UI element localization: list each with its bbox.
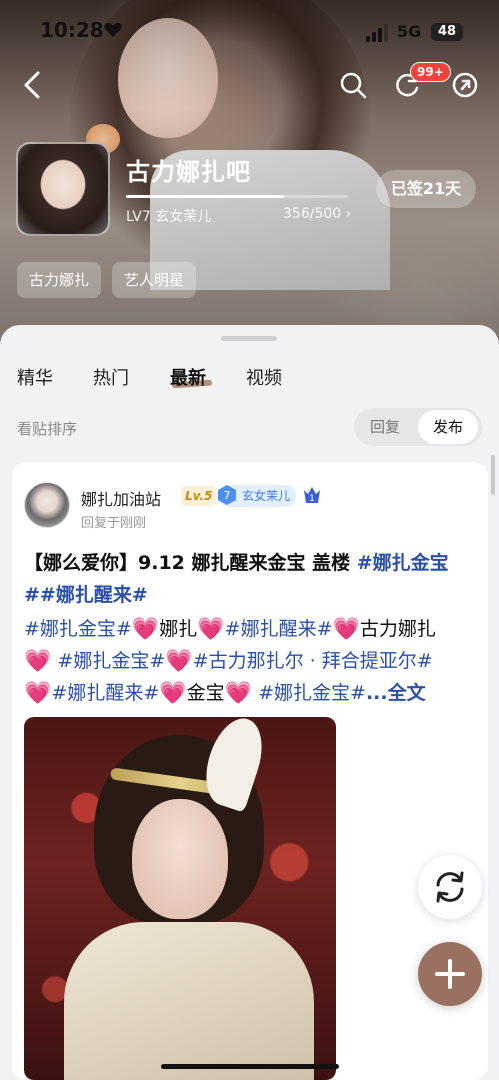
pink-heart-icon: 💗 [332, 617, 360, 642]
signal-icon [366, 24, 390, 42]
image-dress [64, 922, 314, 1080]
battery-indicator: 48 [431, 23, 463, 41]
fan-level-gem-icon: 7 [218, 485, 236, 505]
search-icon[interactable] [338, 70, 368, 100]
fan-level-number: 7 [224, 489, 231, 502]
signed-days-button[interactable]: 已签21天 [376, 170, 476, 208]
topic-link[interactable]: #娜扎金宝 [357, 552, 449, 574]
status-time: 10:28 [40, 18, 104, 42]
pink-heart-icon: 💗 [197, 617, 225, 642]
refresh-fab-button[interactable] [418, 855, 482, 919]
pink-heart-icon: 💗 [24, 649, 52, 674]
pink-heart-icon: 💗 [224, 681, 253, 706]
expand-full-text-link[interactable]: ...全文 [366, 682, 426, 704]
level-progress-fill [126, 195, 285, 198]
tab-featured[interactable]: 精华 [17, 364, 53, 390]
user-level-badge: Lv.5 [181, 486, 217, 506]
level-progress-value: 356/500 [283, 206, 342, 222]
author-avatar[interactable] [24, 482, 70, 528]
tab-latest[interactable]: 最新 [170, 364, 206, 390]
sort-by-publish[interactable]: 发布 [418, 410, 478, 444]
chevron-right-icon: › [345, 206, 352, 222]
post-body-line[interactable]: 💗#娜扎醒来#💗金宝💗 #娜扎金宝#...全文 [24, 678, 426, 706]
topic-link[interactable]: #娜扎金宝# [51, 650, 165, 672]
topic-link[interactable]: #娜扎醒来# [225, 618, 333, 640]
back-icon[interactable] [20, 70, 46, 100]
topic-link[interactable]: #古力那扎尔 · 拜合提亚尔# [193, 650, 433, 672]
rank-crown-icon: 1 [304, 487, 320, 504]
sheet-handle[interactable] [221, 336, 277, 341]
level-progress-bar [126, 195, 348, 198]
topic-link[interactable]: #娜扎醒来# [51, 682, 159, 704]
rank-number: 1 [309, 494, 315, 504]
pink-heart-icon: 💗 [165, 649, 193, 674]
home-indicator[interactable] [161, 1064, 339, 1069]
sort-toggle: 回复 发布 [354, 408, 482, 446]
post-title: 【娜么爱你】9.12 娜扎醒来金宝 盖楼 [24, 552, 357, 574]
post-title-line[interactable]: 【娜么爱你】9.12 娜扎醒来金宝 盖楼 #娜扎金宝 [24, 548, 449, 575]
tab-video[interactable]: 视频 [246, 364, 282, 390]
author-name[interactable]: 娜扎加油站 [81, 486, 161, 510]
sort-by-reply[interactable]: 回复 [354, 408, 416, 446]
forum-level: LV7 玄女茉儿 [126, 209, 212, 225]
forum-avatar[interactable] [16, 142, 110, 236]
topic-link[interactable]: #娜扎金宝# [24, 618, 132, 640]
forum-tag[interactable]: 古力娜扎 [17, 262, 102, 298]
pink-heart-icon: 💗 [159, 681, 187, 706]
topic-link[interactable]: #娜扎金宝# [252, 682, 366, 704]
reply-time: 回复于刚刚 [81, 516, 147, 531]
post-title-line-2[interactable]: ##娜扎醒来# [24, 580, 148, 607]
post-text: 古力娜扎 [359, 618, 436, 640]
post-text: 娜扎 [159, 618, 198, 640]
post-body-line[interactable]: 💗 #娜扎金宝#💗#古力那扎尔 · 拜合提亚尔# [24, 646, 433, 674]
add-fab-icon [435, 959, 465, 989]
new-post-fab-button[interactable] [418, 942, 482, 1006]
topic-link[interactable]: ##娜扎醒来# [24, 584, 148, 606]
pink-heart-icon: 💗 [131, 617, 160, 642]
post-image[interactable] [24, 717, 336, 1080]
tab-hot[interactable]: 热门 [93, 364, 129, 390]
sort-label: 看贴排序 [17, 420, 78, 438]
post-body-line[interactable]: #娜扎金宝#💗娜扎💗#娜扎醒来#💗古力娜扎 [24, 614, 436, 642]
notification-badge: 99+ [410, 62, 451, 82]
scrollbar[interactable] [491, 455, 495, 495]
post-text: 金宝 [186, 682, 225, 704]
pink-heart-icon: 💗 [24, 681, 52, 706]
share-icon[interactable] [450, 70, 480, 100]
forum-title: 古力娜扎吧 [126, 158, 251, 186]
level-progress-text[interactable]: 356/500 › [283, 206, 351, 222]
heart-status-icon [104, 22, 122, 37]
network-type: 5G [397, 22, 422, 41]
image-face [132, 799, 228, 919]
refresh-fab-icon [436, 871, 464, 903]
forum-tag[interactable]: 艺人明星 [112, 262, 197, 298]
